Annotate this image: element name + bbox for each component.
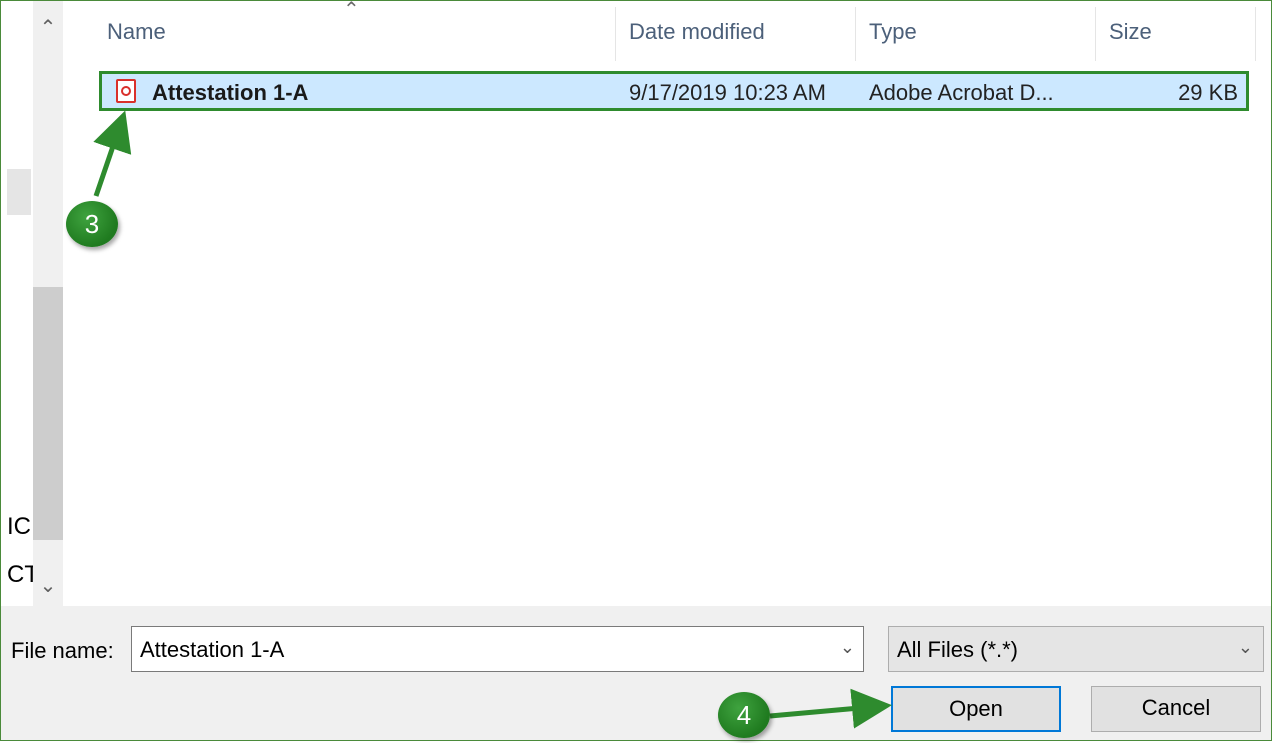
file-name-combobox[interactable]: ⌄ xyxy=(131,626,864,672)
chevron-up-icon[interactable]: ⌃ xyxy=(33,15,63,40)
navigation-pane-selected-item[interactable] xyxy=(7,169,31,215)
navigation-pane[interactable]: IC CT xyxy=(1,1,39,606)
file-list: ⌃ Name Date modified Type Size Attestati… xyxy=(63,0,1271,606)
dialog-footer: File name: ⌄ All Files (*.*) ⌄ Open Canc… xyxy=(1,606,1271,740)
file-size: 29 KB xyxy=(1178,80,1238,105)
chevron-down-icon[interactable]: ⌄ xyxy=(33,573,63,598)
file-name-label: File name: xyxy=(11,638,114,663)
file-type-filter-value: All Files (*.*) xyxy=(897,637,1019,662)
column-header-name[interactable]: Name xyxy=(107,19,166,45)
column-header-date-modified[interactable]: Date modified xyxy=(629,19,765,45)
open-button[interactable]: Open xyxy=(891,686,1061,732)
step-3-callout: 3 xyxy=(66,201,118,247)
navigation-pane-cut-label[interactable]: IC xyxy=(7,513,31,541)
cancel-button[interactable]: Cancel xyxy=(1091,686,1261,732)
chevron-down-icon[interactable]: ⌄ xyxy=(840,637,855,658)
file-row[interactable]: Attestation 1-A 9/17/2019 10:23 AM Adobe… xyxy=(99,71,1249,111)
column-header-bar: ⌃ Name Date modified Type Size xyxy=(63,0,1271,65)
step-4-callout: 4 xyxy=(718,692,770,738)
column-divider[interactable] xyxy=(1095,7,1096,61)
column-divider[interactable] xyxy=(615,7,616,61)
scrollbar-thumb[interactable] xyxy=(33,287,63,540)
file-type-filter[interactable]: All Files (*.*) ⌄ xyxy=(888,626,1264,672)
chevron-down-icon[interactable]: ⌄ xyxy=(1238,637,1253,658)
vertical-scrollbar[interactable]: ⌃ ⌄ xyxy=(33,1,63,606)
column-divider[interactable] xyxy=(855,7,856,61)
pdf-icon xyxy=(116,79,136,103)
file-type: Adobe Acrobat D... xyxy=(869,80,1054,105)
file-date-modified: 9/17/2019 10:23 AM xyxy=(629,80,826,105)
file-open-dialog: IC CT ⌃ ⌄ ⌃ Name Date modified Type Size… xyxy=(0,0,1272,741)
sort-ascending-icon: ⌃ xyxy=(343,0,360,21)
file-name-input[interactable] xyxy=(138,635,822,665)
file-name: Attestation 1-A xyxy=(152,80,309,105)
column-header-type[interactable]: Type xyxy=(869,19,917,45)
column-header-size[interactable]: Size xyxy=(1109,19,1152,45)
column-divider[interactable] xyxy=(1255,7,1256,61)
